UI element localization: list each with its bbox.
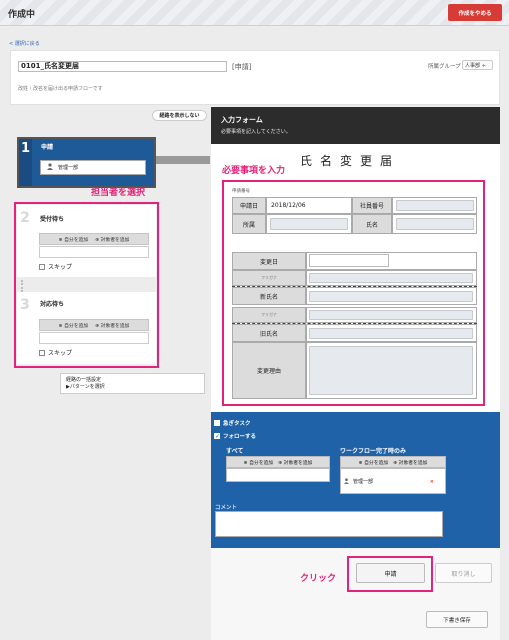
bulk-route-setting[interactable]: 経路の一括設定 ▶パターンを選択 [60,373,205,394]
form-header-title: 入力フォーム [221,116,263,124]
add-self-button[interactable]: ⊕ 自分を追加 [244,459,274,466]
cancel-create-button[interactable]: 作成をやめる [448,4,502,21]
group-label: 所属グループ [428,64,461,70]
follow-option[interactable]: ✓ フォローする [214,432,256,440]
header-panel [10,50,500,105]
route-connector [156,156,210,164]
form-header [211,107,500,144]
back-to-selection-link[interactable]: < 選択に戻る [9,40,40,47]
bulk-route-title: 経路の一括設定 [66,377,102,383]
user-icon [344,477,349,486]
form-type-tag: [申請] [232,63,252,71]
step-1-title: 申請 [41,144,54,151]
apply-button[interactable]: 申請 [356,563,425,583]
follow-on-complete-label: ワークフロー完了時のみ [340,448,407,455]
step-number: 1 [19,139,32,186]
follow-checkbox[interactable]: ✓ [214,433,220,440]
group-select[interactable]: 人事部 ÷ [462,60,493,70]
form-name-input[interactable]: 0101_氏名変更届 [18,61,227,72]
urgent-checkbox[interactable] [214,420,220,426]
follow-complete-add-bar: ⊕ 自分を追加 ⊕ 対象者を追加 [340,456,446,468]
comment-label: コメント [215,505,238,511]
form-description: 改姓・改名を届け出る申請フローです [18,86,103,92]
add-target-button[interactable]: ⊕ 対象者を追加 [278,459,312,466]
steps-highlight-frame [14,202,159,368]
step-1-assignee[interactable]: 管理一部 [40,160,146,175]
withdraw-button[interactable]: 取り消し [435,563,492,583]
form-highlight-frame [222,180,485,406]
follower-chip[interactable]: 管理一部 × [344,476,442,487]
add-target-button[interactable]: ⊕ 対象者を追加 [393,459,427,466]
follow-all-list[interactable] [226,468,330,482]
document-title: 氏名変更届 [300,154,401,168]
follow-all-label: すべて [226,448,244,455]
form-header-subtitle: 必要事項を記入してください。 [221,129,291,135]
top-bar [0,0,509,26]
hide-route-button[interactable]: 経路を表示しない [152,110,207,121]
remove-icon[interactable]: × [430,479,434,485]
input-required-annotation: 必要事項を入力 [222,166,286,176]
select-assignee-annotation: 担当者を選択 [91,188,146,198]
add-self-button[interactable]: ⊕ 自分を追加 [359,459,389,466]
page-title: 作成中 [8,10,36,20]
save-draft-button[interactable]: 下書き保存 [426,611,488,628]
urgent-task-option[interactable]: 急ぎタスク [214,419,251,427]
comment-textarea[interactable] [215,511,443,537]
follow-all-add-bar: ⊕ 自分を追加 ⊕ 対象者を追加 [226,456,330,468]
click-annotation: クリック [300,574,337,584]
follower-name: 管理一部 [353,479,374,485]
follow-complete-list: 管理一部 × [340,468,446,494]
select-pattern-link[interactable]: ▶パターンを選択 [66,384,199,391]
user-icon [47,163,53,172]
assignee-name: 管理一部 [58,165,79,171]
